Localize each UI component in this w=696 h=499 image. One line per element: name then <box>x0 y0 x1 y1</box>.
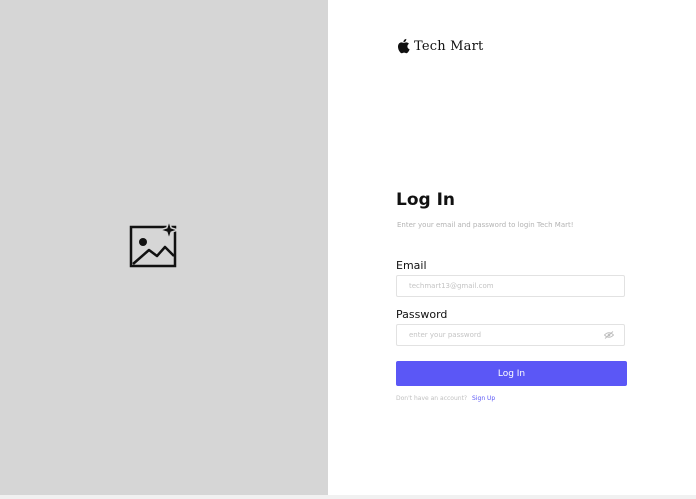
page-title: Log In <box>396 190 456 210</box>
image-sparkle-icon <box>129 221 181 268</box>
password-field[interactable] <box>396 324 625 346</box>
password-label: Password <box>396 308 448 321</box>
email-label: Email <box>396 259 427 272</box>
page-subtitle: Enter your email and password to login T… <box>397 221 574 229</box>
apple-icon <box>397 38 410 54</box>
signup-link[interactable]: Sign Up <box>472 395 495 402</box>
brand: Tech Mart <box>396 38 483 54</box>
login-page: Tech Mart Log In Enter your email and pa… <box>0 0 696 499</box>
signup-row: Don't have an account? Sign Up <box>396 395 495 402</box>
login-button[interactable]: Log In <box>396 361 627 386</box>
hero-panel <box>0 0 328 495</box>
signup-prompt: Don't have an account? <box>396 395 468 402</box>
login-panel: Tech Mart Log In Enter your email and pa… <box>328 0 696 495</box>
brand-name: Tech Mart <box>414 38 484 54</box>
eye-off-icon[interactable] <box>604 331 614 339</box>
email-field[interactable] <box>396 275 625 297</box>
